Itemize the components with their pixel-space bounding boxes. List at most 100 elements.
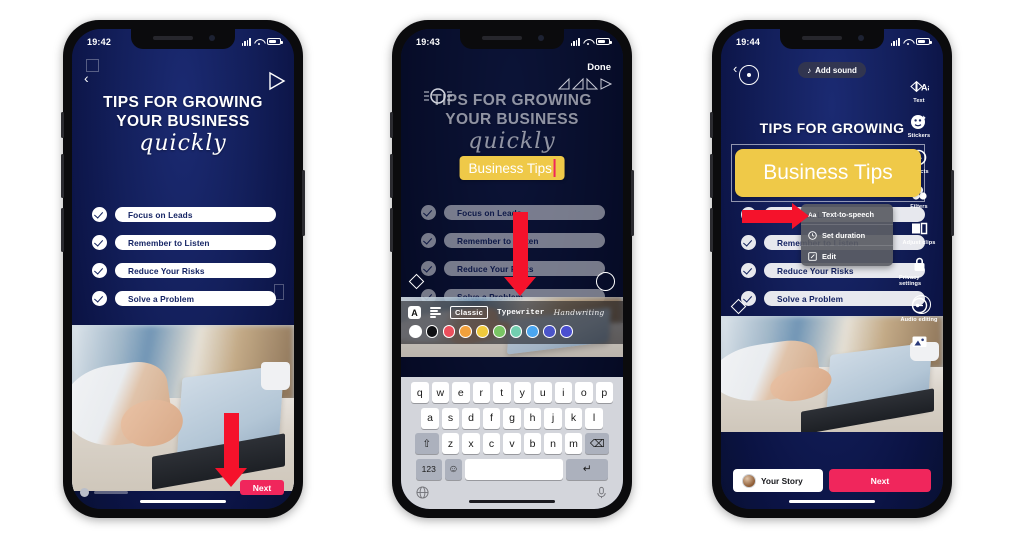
color-swatch[interactable] — [442, 325, 456, 338]
color-swatch-gradient[interactable] — [543, 325, 556, 338]
context-menu-item-text-to-speech[interactable]: Aa Text-to-speech — [801, 204, 893, 225]
key[interactable]: n — [544, 433, 562, 454]
key[interactable]: x — [462, 433, 480, 454]
avatar — [742, 473, 756, 488]
text-aa-icon: Aa — [909, 77, 929, 96]
color-swatch[interactable] — [560, 325, 573, 338]
status-time: 19:44 — [736, 36, 761, 47]
key[interactable]: c — [482, 433, 501, 454]
microphone-icon[interactable] — [595, 486, 608, 499]
headline-line-1: TIPS FOR GROWING — [432, 92, 592, 109]
key[interactable]: j — [544, 407, 562, 429]
headline-line-2: YOUR BUSINESS — [116, 113, 250, 130]
scrubber-knob[interactable] — [80, 488, 89, 497]
key[interactable]: b — [523, 433, 542, 454]
home-indicator — [140, 499, 226, 503]
rail-item-privacy-settings[interactable]: Privacy settings — [899, 255, 939, 287]
key[interactable]: p — [595, 382, 613, 403]
font-option-classic[interactable]: Classic — [450, 306, 488, 319]
key[interactable]: q — [411, 382, 429, 403]
check-icon — [421, 233, 436, 248]
shift-arrow-icon[interactable]: ⇧ — [414, 433, 439, 454]
rail-item-text[interactable]: Aa Text — [909, 77, 929, 104]
rail-label: Adjust clips — [902, 239, 936, 246]
phone-1-screen: 19:42 ‹ TIPS FOR GROWING YOUR BUSINESS q… — [72, 29, 294, 509]
numbers-key[interactable]: 123 — [415, 458, 442, 480]
color-swatch[interactable] — [459, 325, 472, 338]
color-swatch[interactable] — [476, 325, 489, 338]
next-button[interactable]: Next — [829, 469, 931, 492]
key[interactable]: d — [462, 407, 480, 429]
key[interactable]: o — [575, 382, 593, 403]
text-style-a-icon[interactable]: A — [408, 306, 421, 319]
rotate-handle-circle[interactable] — [596, 272, 615, 291]
color-swatch[interactable] — [425, 325, 439, 338]
key[interactable]: g — [503, 407, 521, 429]
notch — [460, 29, 564, 49]
phone-3-screen: 19:44 ‹ ♪ Add sound A Text Stickers Filt… — [721, 29, 943, 509]
scrubber-track[interactable] — [94, 491, 128, 494]
check-icon — [92, 263, 107, 278]
rail-label: Stickers — [907, 133, 931, 139]
check-icon — [421, 205, 436, 220]
rail-item-stickers[interactable]: Stickers — [907, 113, 931, 139]
checklist-row: Solve a Problem — [741, 291, 925, 306]
key[interactable]: z — [441, 433, 460, 454]
key[interactable]: l — [585, 407, 603, 429]
space-key[interactable] — [465, 458, 564, 480]
color-swatch[interactable] — [509, 325, 523, 338]
font-option-handwriting[interactable]: Handwriting — [554, 308, 605, 317]
home-indicator — [469, 499, 555, 503]
text-overlay-value: Business Tips — [468, 160, 552, 176]
color-swatch[interactable] — [492, 325, 506, 338]
sticker-smiley-icon — [909, 113, 928, 132]
play-triangle-icon[interactable] — [268, 71, 286, 91]
backspace-icon[interactable]: ⌫ — [585, 433, 610, 454]
key[interactable]: m — [564, 433, 583, 454]
add-sound-button[interactable]: ♪ Add sound — [798, 62, 866, 78]
key[interactable]: k — [564, 407, 583, 429]
headline-line-2: YOUR BUSINESS — [445, 111, 579, 128]
brightness-icon[interactable] — [423, 81, 453, 111]
timeline-scrubber-1[interactable] — [80, 488, 128, 497]
back-chevron-icon[interactable]: ‹ — [84, 71, 89, 85]
on-screen-keyboard: q w e r t y u i o p a s d f g h j k l ⇧ … — [401, 377, 623, 509]
key[interactable]: e — [452, 382, 470, 403]
wifi-icon — [254, 38, 264, 46]
rail-item-adjust-clips[interactable]: Adjust clips — [903, 219, 936, 246]
key[interactable]: s — [441, 407, 460, 429]
key[interactable]: v — [503, 433, 521, 454]
text-align-icon[interactable] — [430, 306, 441, 319]
keyboard-bottom-row — [404, 484, 620, 507]
key[interactable]: t — [493, 382, 511, 403]
key[interactable]: r — [472, 382, 490, 403]
rail-item-audio-editing[interactable]: Audio editing — [900, 296, 937, 323]
phone-2: 19:43 Done TIPS FOR GROWING YOUR BUSINES… — [390, 20, 634, 518]
emoji-smiley-icon[interactable]: ☺ — [444, 458, 463, 480]
globe-icon[interactable] — [416, 486, 429, 499]
key[interactable]: w — [431, 382, 449, 403]
done-button[interactable]: Done — [587, 62, 611, 73]
key[interactable]: y — [513, 382, 531, 403]
color-swatch[interactable] — [526, 325, 540, 338]
cellular-signal-icon — [570, 37, 580, 46]
your-story-button[interactable]: Your Story — [733, 469, 823, 492]
text-input-overlay[interactable]: Business Tips — [459, 156, 565, 180]
battery-icon — [916, 37, 932, 46]
key[interactable]: f — [482, 407, 501, 429]
music-note-icon: ♪ — [807, 65, 812, 75]
return-arrow-icon[interactable]: ↵ — [566, 458, 609, 480]
color-swatch[interactable] — [409, 325, 422, 338]
key[interactable]: a — [421, 407, 439, 429]
context-menu-item-set-duration[interactable]: Set duration — [801, 225, 893, 246]
font-option-typewriter[interactable]: Typewriter — [497, 309, 545, 317]
context-menu-item-edit[interactable]: Edit — [801, 246, 893, 266]
key[interactable]: h — [523, 407, 542, 429]
key[interactable]: i — [554, 382, 572, 403]
key[interactable]: u — [534, 382, 552, 403]
effects-bowtie-icon[interactable] — [557, 75, 613, 91]
checklist-label: Focus on Leads — [115, 207, 276, 222]
text-overlay-selected[interactable]: Business Tips — [735, 149, 921, 197]
rail-item-image[interactable] — [910, 332, 929, 351]
svg-text:Aa: Aa — [921, 83, 929, 93]
